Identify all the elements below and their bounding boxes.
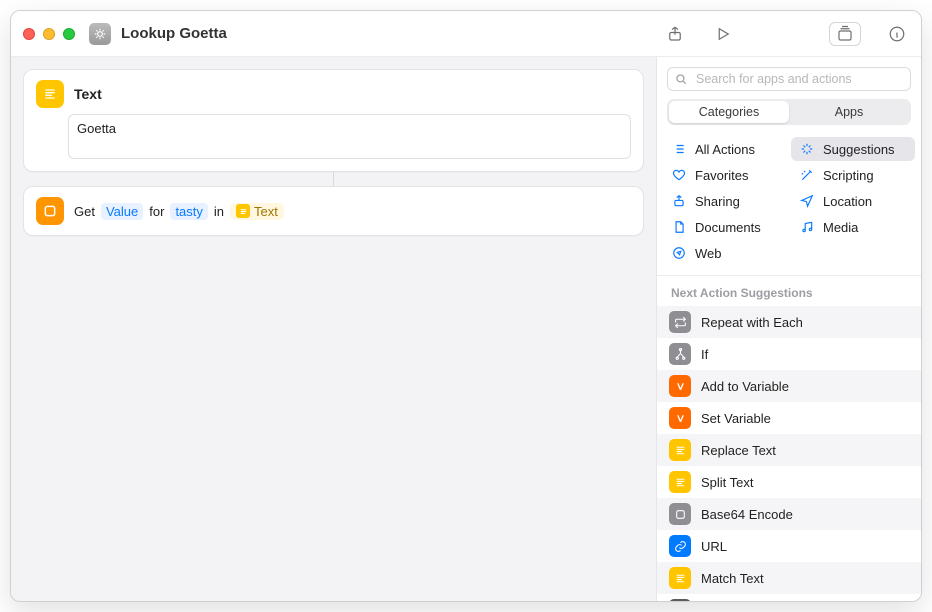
tab-categories[interactable]: Categories <box>669 101 789 123</box>
suggestions-list: Repeat with Each If Add to Variable Set Var… <box>657 306 921 602</box>
app-window: Lookup Goetta <box>10 10 922 602</box>
category-label: Web <box>695 246 722 261</box>
param-input-label: Text <box>254 204 278 219</box>
action-get-dictionary-value[interactable]: Get Value for tasty in Text <box>23 186 644 236</box>
text-action-icon <box>36 80 64 108</box>
action-title: Text <box>74 86 102 102</box>
suggestion-label: URL <box>701 539 727 554</box>
wand-icon <box>799 167 815 183</box>
word-get: Get <box>74 204 95 219</box>
text-icon <box>669 439 691 461</box>
categories-grid: All Actions Suggestions Favorites Script… <box>657 135 921 276</box>
suggestion-set-name[interactable]: Set Name <box>657 594 921 602</box>
suggestion-label: Add to Variable <box>701 379 789 394</box>
suggestion-add-to-variable[interactable]: Add to Variable <box>657 370 921 402</box>
heart-icon <box>671 167 687 183</box>
suggestion-set-variable[interactable]: Set Variable <box>657 402 921 434</box>
workflow-editor[interactable]: Text Goetta Get Value for tasty <box>11 57 656 601</box>
category-label: Sharing <box>695 194 740 209</box>
box-icon <box>669 503 691 525</box>
minimize-window-button[interactable] <box>43 28 55 40</box>
shortcut-icon <box>89 23 111 45</box>
suggestion-label: If <box>701 347 708 362</box>
suggestion-label: Repeat with Each <box>701 315 803 330</box>
suggestion-repeat-with-each[interactable]: Repeat with Each <box>657 306 921 338</box>
compass-icon <box>671 245 687 261</box>
suggestion-label: Match Text <box>701 571 764 586</box>
titlebar: Lookup Goetta <box>11 11 921 57</box>
suggestion-if[interactable]: If <box>657 338 921 370</box>
suggestion-label: Replace Text <box>701 443 776 458</box>
suggestion-url[interactable]: URL <box>657 530 921 562</box>
text-icon <box>669 471 691 493</box>
share-icon <box>671 193 687 209</box>
document-icon <box>671 219 687 235</box>
sparkle-icon <box>799 141 815 157</box>
category-label: Suggestions <box>823 142 895 157</box>
category-label: Media <box>823 220 858 235</box>
tab-apps[interactable]: Apps <box>789 101 909 123</box>
category-favorites[interactable]: Favorites <box>663 163 787 187</box>
action-text[interactable]: Text Goetta <box>23 69 644 172</box>
suggestion-replace-text[interactable]: Replace Text <box>657 434 921 466</box>
category-label: Scripting <box>823 168 874 183</box>
run-icon[interactable] <box>711 22 735 46</box>
close-window-button[interactable] <box>23 28 35 40</box>
search-field[interactable] <box>667 67 911 91</box>
category-suggestions[interactable]: Suggestions <box>791 137 915 161</box>
param-value[interactable]: Value <box>101 203 143 220</box>
location-icon <box>799 193 815 209</box>
category-label: All Actions <box>695 142 755 157</box>
text-action-input[interactable]: Goetta <box>68 114 631 159</box>
repeat-icon <box>669 311 691 333</box>
search-input[interactable] <box>694 71 904 87</box>
category-label: Location <box>823 194 872 209</box>
var-icon <box>669 375 691 397</box>
library-tabs: Categories Apps <box>667 99 911 125</box>
category-scripting[interactable]: Scripting <box>791 163 915 187</box>
category-sharing[interactable]: Sharing <box>663 189 787 213</box>
category-label: Favorites <box>695 168 748 183</box>
suggestion-base64-encode[interactable]: Base64 Encode <box>657 498 921 530</box>
window-controls <box>23 28 75 40</box>
connector <box>23 172 644 186</box>
param-input-chip[interactable]: Text <box>230 203 284 220</box>
word-in: in <box>214 204 224 219</box>
info-icon[interactable] <box>885 22 909 46</box>
category-location[interactable]: Location <box>791 189 915 213</box>
param-key[interactable]: tasty <box>170 203 207 220</box>
branch-icon <box>669 343 691 365</box>
search-icon <box>674 72 688 86</box>
content: Text Goetta Get Value for tasty <box>11 57 921 601</box>
category-web[interactable]: Web <box>663 241 787 265</box>
suggestion-label: Base64 Encode <box>701 507 793 522</box>
var-icon <box>669 407 691 429</box>
category-media[interactable]: Media <box>791 215 915 239</box>
category-documents[interactable]: Documents <box>663 215 787 239</box>
text-chip-icon <box>236 204 250 218</box>
suggestion-label: Split Text <box>701 475 754 490</box>
dictionary-action-icon <box>36 197 64 225</box>
category-label: Documents <box>695 220 761 235</box>
link-icon <box>669 535 691 557</box>
suggestion-match-text[interactable]: Match Text <box>657 562 921 594</box>
rename-icon <box>669 599 691 602</box>
word-for: for <box>149 204 164 219</box>
list-icon <box>671 141 687 157</box>
suggestion-label: Set Variable <box>701 411 771 426</box>
library-toggle-icon[interactable] <box>829 22 861 46</box>
music-icon <box>799 219 815 235</box>
category-all-actions[interactable]: All Actions <box>663 137 787 161</box>
zoom-window-button[interactable] <box>63 28 75 40</box>
share-icon[interactable] <box>663 22 687 46</box>
action-library: Categories Apps All Actions Suggestions … <box>656 57 921 601</box>
section-title: Next Action Suggestions <box>657 276 921 306</box>
suggestion-split-text[interactable]: Split Text <box>657 466 921 498</box>
text-icon <box>669 567 691 589</box>
shortcut-title: Lookup Goetta <box>121 25 227 42</box>
